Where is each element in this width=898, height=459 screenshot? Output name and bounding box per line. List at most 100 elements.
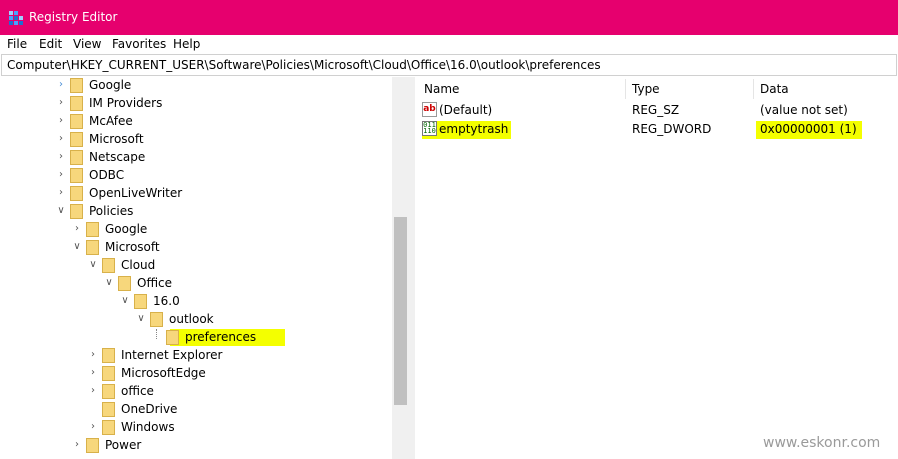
column-name-header[interactable]: Name — [424, 82, 459, 96]
tree-item[interactable]: OneDrive — [1, 401, 393, 419]
address-bar[interactable]: Computer\HKEY_CURRENT_USER\Software\Poli… — [1, 54, 897, 76]
tree-item[interactable]: › MicrosoftEdge — [1, 365, 393, 383]
folder-icon — [86, 240, 99, 255]
tree-item[interactable]: › OpenLiveWriter — [1, 185, 393, 203]
value-data: 0x00000001 (1) — [760, 122, 857, 136]
tree-item-label: MicrosoftEdge — [121, 366, 206, 380]
folder-icon — [102, 420, 115, 435]
tree-item-label: Power — [105, 438, 142, 452]
folder-icon — [70, 96, 83, 111]
menu-edit[interactable]: Edit — [39, 37, 62, 51]
chevron-right-icon[interactable]: › — [72, 439, 82, 451]
tree-item[interactable]: preferences — [1, 329, 393, 347]
tree-item-label: IM Providers — [89, 96, 163, 110]
tree-item[interactable]: › Windows — [1, 419, 393, 437]
tree-item[interactable]: ∨ Cloud — [1, 257, 393, 275]
tree-item[interactable]: ∨ outlook — [1, 311, 393, 329]
value-name: emptytrash — [439, 122, 509, 136]
tree-item-label: Google — [89, 78, 132, 92]
column-divider[interactable] — [625, 79, 626, 99]
tree-item-label: Cloud — [121, 258, 156, 272]
tree-item[interactable]: › Microsoft — [1, 131, 393, 149]
chevron-right-icon[interactable]: › — [56, 79, 66, 91]
tree-item[interactable]: › McAfee — [1, 113, 393, 131]
tree-item[interactable]: ∨ 16.0 — [1, 293, 393, 311]
chevron-right-icon[interactable]: › — [72, 223, 82, 235]
tree-item[interactable]: › office — [1, 383, 393, 401]
values-pane[interactable]: Name Type Data ab (Default) REG_SZ (valu… — [415, 77, 898, 459]
chevron-right-icon[interactable]: › — [56, 151, 66, 163]
value-type: REG_DWORD — [632, 122, 712, 136]
menu-bar: File Edit View Favorites Help — [0, 35, 898, 54]
chevron-right-icon[interactable]: › — [88, 349, 98, 361]
chevron-down-icon[interactable]: ∨ — [120, 295, 130, 307]
tree-item-label: outlook — [169, 312, 214, 326]
tree-item[interactable]: › Power — [1, 437, 393, 455]
value-data: (value not set) — [760, 103, 848, 117]
value-name: (Default) — [439, 103, 493, 117]
chevron-right-icon[interactable]: › — [56, 187, 66, 199]
tree-item-label: Google — [105, 222, 148, 236]
tree-item[interactable]: › Internet Explorer — [1, 347, 393, 365]
folder-icon — [102, 402, 115, 417]
binary-value-icon: 011 110 — [422, 121, 437, 136]
tree-item[interactable]: › Google — [1, 221, 393, 239]
tree-item-label: Netscape — [89, 150, 146, 164]
menu-favorites[interactable]: Favorites — [112, 37, 166, 51]
menu-view[interactable]: View — [73, 37, 101, 51]
folder-icon — [70, 204, 83, 219]
title-bar: Registry Editor — [0, 0, 898, 35]
column-type-header[interactable]: Type — [632, 82, 660, 96]
tree-item[interactable]: ∨ Office — [1, 275, 393, 293]
address-path[interactable]: Computer\HKEY_CURRENT_USER\Software\Poli… — [7, 58, 601, 72]
chevron-right-icon[interactable]: › — [88, 421, 98, 433]
tree-item-label: Internet Explorer — [121, 348, 223, 362]
column-divider[interactable] — [753, 79, 754, 99]
string-value-icon: ab — [422, 102, 437, 117]
tree-item[interactable]: › Netscape — [1, 149, 393, 167]
tree-item-label: preferences — [185, 330, 257, 344]
registry-editor-icon — [9, 11, 23, 25]
folder-icon — [118, 276, 131, 291]
chevron-right-icon[interactable]: › — [56, 133, 66, 145]
chevron-right-icon[interactable]: › — [56, 97, 66, 109]
folder-icon — [70, 114, 83, 129]
folder-icon — [102, 366, 115, 381]
tree-item[interactable]: › IM Providers — [1, 95, 393, 113]
tree-item-label: Windows — [121, 420, 175, 434]
tree-item-label: OneDrive — [121, 402, 178, 416]
tree-item[interactable]: ∨ Microsoft — [1, 239, 393, 257]
folder-icon — [86, 222, 99, 237]
tree-item-label: Microsoft — [105, 240, 160, 254]
window-title: Registry Editor — [29, 10, 118, 24]
folder-icon — [150, 312, 163, 327]
folder-icon — [134, 294, 147, 309]
column-data-header[interactable]: Data — [760, 82, 789, 96]
value-row[interactable]: ab (Default) REG_SZ (value not set) — [415, 101, 898, 120]
watermark: www.eskonr.com — [763, 435, 881, 451]
tree-item-label: Office — [137, 276, 173, 290]
folder-icon — [70, 168, 83, 183]
chevron-right-icon[interactable]: › — [56, 115, 66, 127]
key-tree[interactable]: › Google › IM Providers › McAfee › Microsoft › Ne… — [1, 77, 409, 459]
tree-item[interactable]: › Google — [1, 77, 393, 95]
chevron-down-icon[interactable]: ∨ — [72, 241, 82, 253]
chevron-right-icon[interactable]: › — [88, 385, 98, 397]
tree-item[interactable]: › ODBC — [1, 167, 393, 185]
chevron-down-icon[interactable]: ∨ — [56, 205, 66, 217]
chevron-down-icon[interactable]: ∨ — [104, 277, 114, 289]
chevron-right-icon[interactable]: › — [88, 367, 98, 379]
tree-item[interactable]: ∨ Policies — [1, 203, 393, 221]
folder-icon — [70, 150, 83, 165]
folder-icon — [166, 330, 179, 345]
menu-help[interactable]: Help — [173, 37, 200, 51]
menu-file[interactable]: File — [7, 37, 27, 51]
chevron-down-icon[interactable]: ∨ — [88, 259, 98, 271]
tree-item-label: office — [121, 384, 154, 398]
chevron-down-icon[interactable]: ∨ — [136, 313, 146, 325]
value-row[interactable]: 011 110 emptytrash REG_DWORD 0x00000001 … — [415, 120, 898, 139]
folder-icon — [70, 78, 83, 93]
tree-scrollbar-thumb[interactable] — [394, 217, 407, 405]
chevron-right-icon[interactable]: › — [56, 169, 66, 181]
value-type: REG_SZ — [632, 103, 680, 117]
